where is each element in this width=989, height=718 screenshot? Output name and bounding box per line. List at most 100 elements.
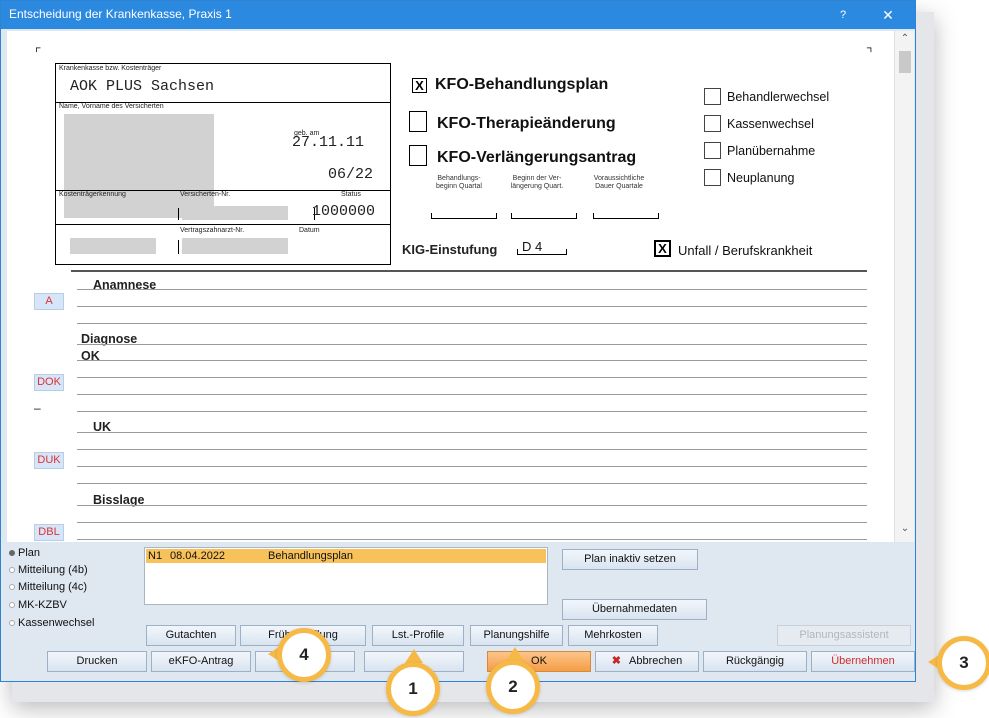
abbrechen-button[interactable]: ✖ Abbrechen [595, 651, 699, 672]
corner-mark: ⌜ [34, 45, 43, 61]
dialog-window: Entscheidung der Krankenkasse, Praxis 1 … [0, 0, 916, 682]
radio-label: Plan [18, 547, 41, 559]
vertical-scrollbar[interactable]: ⌃ ⌄ [894, 31, 914, 542]
corner-mark: ⌝ [865, 45, 874, 61]
label-quarter-start: Behandlungs- beginn Quartal [436, 175, 482, 190]
radio-mk-kzbv[interactable]: MK-KZBV [9, 599, 67, 611]
label-quarter-duration: Voraussichtliche Dauer Quartale [593, 175, 645, 190]
label-planuebernahme: Planübernahme [727, 144, 816, 158]
checkbox-verlaengerung[interactable] [409, 145, 427, 166]
callout-1: 1 [386, 662, 440, 716]
checkbox-behandlerwechsel[interactable] [704, 88, 721, 105]
radio-label: MK-KZBV [18, 599, 67, 611]
status-label: Status [341, 191, 361, 198]
radio-indicator [9, 602, 15, 609]
plan-id: N1 [148, 550, 163, 562]
label-neuplanung: Neuplanung [727, 171, 795, 185]
plan-date: 08.04.2022 [170, 550, 226, 562]
checkbox-unfall[interactable]: X [654, 240, 671, 257]
callout-3: 3 [937, 636, 989, 690]
expiry-value: 06/22 [328, 166, 374, 183]
checkbox-therapieaenderung[interactable] [409, 111, 427, 132]
gutachten-button[interactable]: Gutachten [146, 625, 236, 646]
mehrkosten-button[interactable]: Mehrkosten [568, 625, 658, 646]
radio-indicator [9, 620, 15, 627]
rueckgaengig-button[interactable]: Rückgängig [703, 651, 807, 672]
redacted-dentist-no [182, 238, 288, 254]
label-behandlungsplan: KFO-Behandlungsplan [435, 76, 609, 93]
scroll-down-arrow-icon[interactable]: ⌄ [895, 523, 915, 539]
uebernehmen-button[interactable]: Übernehmen [811, 651, 915, 672]
checkbox-planuebernahme[interactable] [704, 142, 721, 159]
redacted-name [64, 114, 214, 218]
radio-kassenwechsel[interactable]: Kassenwechsel [9, 617, 94, 629]
date-label: Datum [299, 227, 320, 234]
radio-indicator [9, 550, 15, 557]
help-button[interactable]: ? [831, 5, 855, 25]
form-area: ⌜ ⌝ Krankenkasse bzw. Kostenträger AOK P… [7, 31, 894, 542]
kig-label: KIG-Einstufung [402, 242, 498, 257]
bottom-panel: Plan Mitteilung (4b) Mitteilung (4c) MK-… [1, 543, 915, 681]
label-unfall: Unfall / Berufskrankheit [678, 243, 813, 258]
button-duk[interactable]: DUK [34, 452, 64, 469]
redacted-insured-no [182, 206, 288, 220]
field-quarter-duration[interactable] [593, 213, 659, 219]
uebernahmedaten-button[interactable]: Übernahmedaten [562, 599, 707, 620]
scroll-thumb[interactable] [899, 51, 911, 73]
status-value: 1000000 [312, 203, 376, 220]
payer-id-label: Kostenträgerkennung [59, 191, 126, 198]
label-therapieaenderung: KFO-Therapieänderung [437, 115, 616, 132]
payer-label: Krankenkasse bzw. Kostenträger [59, 65, 162, 72]
button-a[interactable]: A [34, 293, 64, 310]
callout-pointer [506, 647, 524, 661]
button-dok[interactable]: DOK [34, 374, 64, 391]
callout-2: 2 [486, 660, 540, 714]
plan-list[interactable]: N1 08.04.2022 Behandlungsplan [144, 547, 548, 605]
birth-value: 27.11.11 [292, 134, 365, 151]
radio-mitteilung-4b[interactable]: Mitteilung (4b) [9, 564, 88, 576]
drucken-button[interactable]: Drucken [47, 651, 147, 672]
scroll-up-arrow-icon[interactable]: ⌃ [895, 33, 915, 49]
payer-value: AOK PLUS Sachsen [70, 78, 215, 95]
redacted-field [70, 238, 156, 254]
checkbox-neuplanung[interactable] [704, 169, 721, 186]
radio-indicator [9, 584, 15, 591]
ekfo-antrag-button[interactable]: eKFO-Antrag [151, 651, 251, 672]
patient-box: Krankenkasse bzw. Kostenträger AOK PLUS … [55, 63, 391, 265]
radio-label: Mitteilung (4b) [18, 564, 88, 576]
radio-plan[interactable]: Plan [9, 547, 40, 559]
checkbox-kassenwechsel[interactable] [704, 115, 721, 132]
dentist-no-label: Vertragszahnarzt-Nr. [180, 227, 245, 234]
field-quarter-start[interactable] [431, 213, 497, 219]
close-button[interactable]: ✕ [876, 5, 900, 25]
plan-list-row[interactable]: N1 08.04.2022 Behandlungsplan [146, 549, 546, 563]
radio-label: Kassenwechsel [18, 617, 95, 629]
callout-4: 4 [277, 628, 331, 682]
dash-mark: – [34, 401, 41, 415]
abbrechen-label: Abbrechen [629, 655, 683, 667]
label-kassenwechsel: Kassenwechsel [727, 117, 814, 131]
plan-type: Behandlungsplan [268, 550, 354, 562]
callout-pointer [405, 649, 423, 663]
label-behandlerwechsel: Behandlerwechsel [727, 90, 830, 104]
planungsassistent-button[interactable]: Planungsassistent [777, 625, 911, 646]
lst-profile-button[interactable]: Lst.-Profile [372, 625, 464, 646]
name-label: Name, Vorname des Versicherten [59, 103, 164, 110]
radio-mitteilung-4c[interactable]: Mitteilung (4c) [9, 581, 87, 593]
label-verlaengerung: KFO-Verlängerungsantrag [437, 149, 637, 166]
title-bar: Entscheidung der Krankenkasse, Praxis 1 … [1, 1, 915, 29]
field-quarter-extension[interactable] [511, 213, 577, 219]
window-title: Entscheidung der Krankenkasse, Praxis 1 [9, 7, 232, 21]
radio-label: Mitteilung (4c) [18, 581, 88, 593]
radio-indicator [9, 567, 15, 574]
kig-value: D 4 [522, 239, 543, 254]
insured-no-label: Versicherten-Nr. [180, 191, 231, 198]
redacted-payer-id [70, 204, 150, 218]
cancel-x-icon: ✖ [611, 655, 621, 667]
label-quarter-extension: Beginn der Ver- längerung Quart. [510, 175, 564, 190]
checkbox-behandlungsplan[interactable]: X [412, 78, 427, 93]
plan-inaktiv-button[interactable]: Plan inaktiv setzen [562, 549, 698, 570]
planungshilfe-button[interactable]: Planungshilfe [470, 625, 563, 646]
button-dbl[interactable]: DBL [34, 524, 64, 541]
section-divider [71, 270, 867, 272]
